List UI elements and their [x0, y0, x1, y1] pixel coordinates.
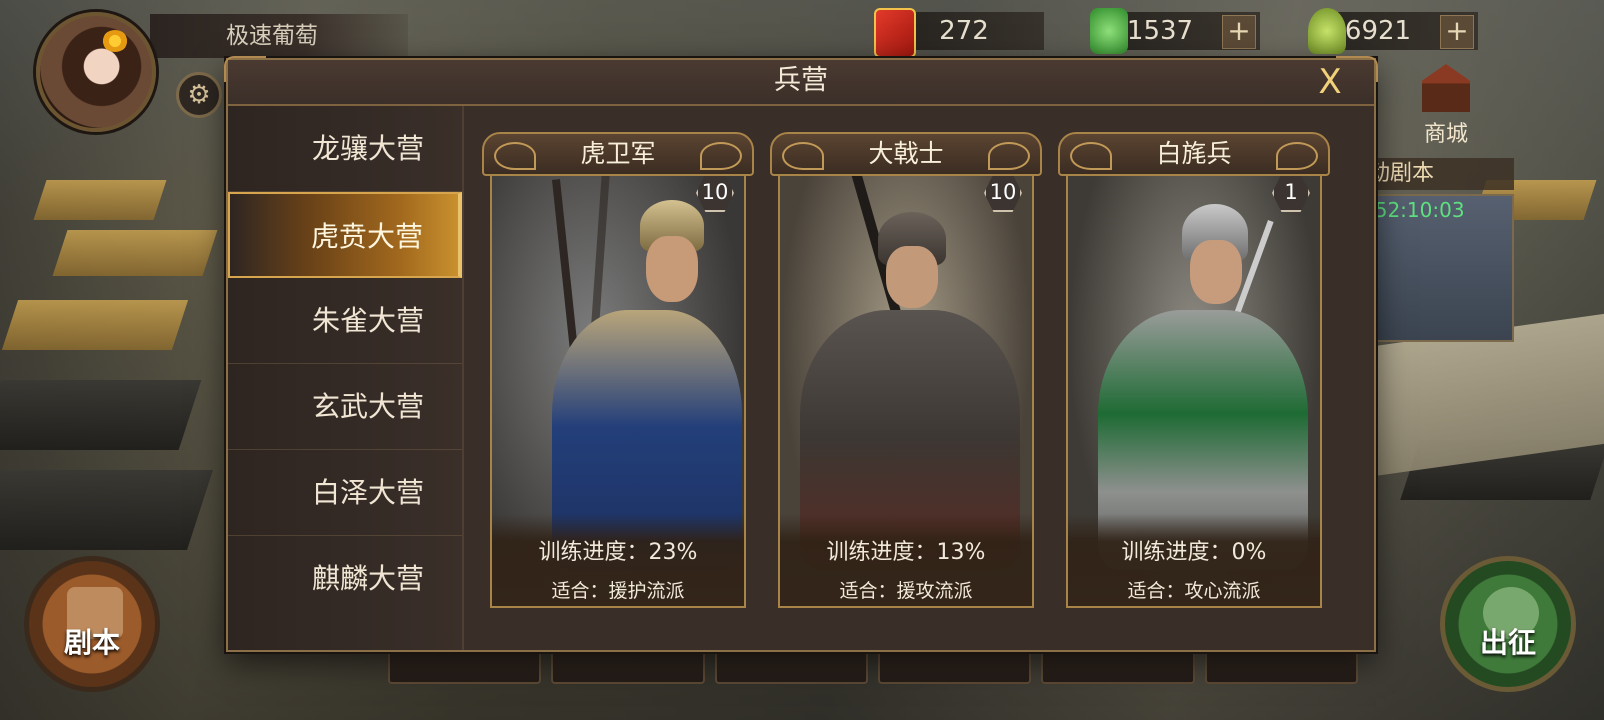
- camp-tab[interactable]: 龙骧大营: [228, 106, 462, 192]
- unit-card[interactable]: 大戟士 10 训练进度：13% 适合：援攻流派: [770, 132, 1042, 608]
- player-avatar[interactable]: [36, 12, 156, 132]
- unit-name: 虎卫军: [482, 132, 754, 176]
- unit-card-frame: 10 训练进度：23% 适合：援护流派: [490, 158, 746, 608]
- currency-jade-value: 1537: [1126, 16, 1194, 46]
- story-label: 剧本: [63, 626, 120, 659]
- camp-tab[interactable]: 白泽大营: [228, 450, 462, 536]
- unit-info: 训练进度：13% 适合：援攻流派: [780, 514, 1032, 606]
- currency-ticket: 272: [874, 8, 1044, 58]
- camp-tab-active[interactable]: 虎贲大营: [228, 192, 462, 278]
- camp-sidebar: 龙骧大营 虎贲大营 朱雀大营 玄武大营 白泽大营 麒麟大营: [228, 106, 464, 650]
- shop-icon: [1422, 64, 1470, 112]
- unit-suit-style: 适合：援护流派: [551, 580, 685, 602]
- camp-tab-label: 白泽大营: [311, 476, 424, 509]
- modal-header: 兵营 X: [228, 60, 1374, 106]
- unit-card-frame: 10 训练进度：13% 适合：援攻流派: [778, 158, 1034, 608]
- modal-title: 兵营: [774, 65, 828, 96]
- settings-gear-button[interactable]: ⚙: [176, 72, 222, 118]
- camp-tab[interactable]: 朱雀大营: [228, 278, 462, 364]
- event-script-label: 动剧本: [1368, 161, 1435, 186]
- currency-jade: 1537 +: [1090, 8, 1260, 54]
- camp-tab-label: 玄武大营: [311, 390, 424, 423]
- unit-training-progress: 训练进度：0%: [1121, 540, 1267, 565]
- camp-tab-label: 朱雀大营: [311, 304, 424, 337]
- unit-card[interactable]: 虎卫军 10 训练进度：23% 适合：援护流派: [482, 132, 754, 608]
- add-jade-button[interactable]: +: [1222, 15, 1256, 49]
- currency-ticket-value: 272: [939, 16, 989, 46]
- camp-tab-label: 龙骧大营: [311, 132, 424, 165]
- march-label: 出征: [1479, 626, 1536, 659]
- currency-gold: 6921 +: [1308, 8, 1478, 54]
- hair-flower-icon: [102, 30, 128, 52]
- jade-coin-icon: [1090, 8, 1128, 54]
- red-ticket-icon: [874, 8, 916, 58]
- unit-name: 大戟士: [770, 132, 1042, 176]
- unit-suit-style: 适合：攻心流派: [1127, 580, 1261, 602]
- unit-card-frame: 1 训练进度：0% 适合：攻心流派: [1066, 158, 1322, 608]
- camp-tab[interactable]: 玄武大营: [228, 364, 462, 450]
- camp-tab-label: 虎贲大营: [310, 220, 423, 253]
- gold-ingot-icon: [1308, 8, 1346, 54]
- unit-training-progress: 训练进度：23%: [538, 540, 698, 565]
- add-gold-button[interactable]: +: [1440, 15, 1474, 49]
- unit-info: 训练进度：23% 适合：援护流派: [492, 514, 744, 606]
- barracks-modal: 兵营 X 龙骧大营 虎贲大营 朱雀大营 玄武大营 白泽大营 麒麟大营 虎卫军 1…: [224, 56, 1378, 652]
- shop-button[interactable]: 商城: [1408, 64, 1484, 147]
- unit-info: 训练进度：0% 适合：攻心流派: [1068, 514, 1320, 606]
- march-button[interactable]: 出征: [1440, 556, 1576, 692]
- camp-tab[interactable]: 麒麟大营: [228, 536, 462, 622]
- story-button[interactable]: 剧本: [24, 556, 160, 692]
- unit-name: 白旄兵: [1058, 132, 1330, 176]
- unit-suit-style: 适合：援攻流派: [839, 580, 973, 602]
- event-timer: 152:10:03: [1362, 198, 1465, 222]
- currency-gold-value: 6921: [1344, 16, 1412, 46]
- unit-card[interactable]: 白旄兵 1 训练进度：0% 适合：攻心流派: [1058, 132, 1330, 608]
- camp-tab-label: 麒麟大营: [311, 562, 424, 595]
- player-name: 极速葡萄: [226, 23, 318, 49]
- unit-training-progress: 训练进度：13%: [826, 540, 986, 565]
- player-name-plate: 极速葡萄: [150, 14, 408, 58]
- shop-label: 商城: [1423, 122, 1468, 147]
- gear-icon: ⚙: [187, 80, 211, 110]
- close-button[interactable]: X: [1310, 62, 1350, 102]
